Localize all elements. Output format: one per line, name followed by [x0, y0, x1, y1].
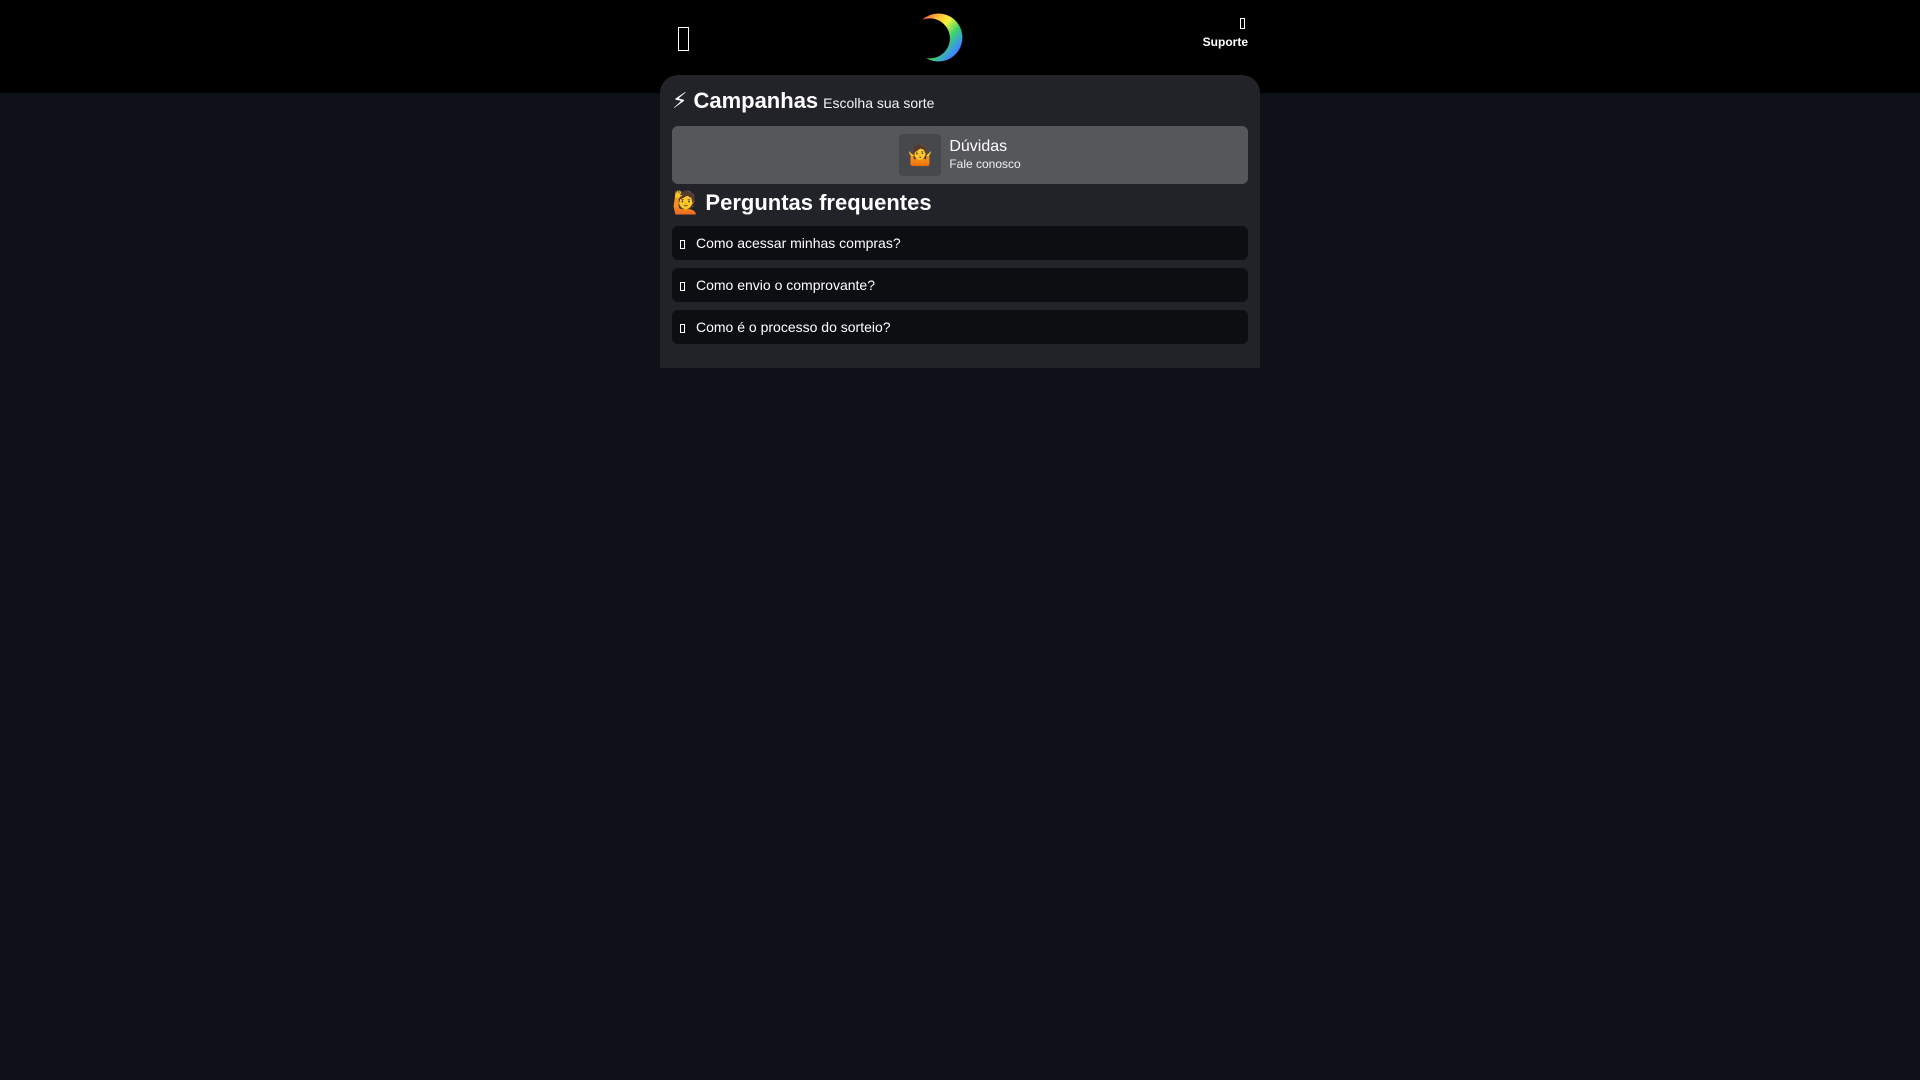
menu-button[interactable] [672, 24, 694, 54]
campaigns-subtitle: Escolha sua sorte [823, 95, 935, 111]
faq-list: Como acessar minhas compras? Como envio … [672, 226, 1248, 352]
faq-question: Como envio o comprovante? [696, 277, 875, 293]
support-label: Suporte [1202, 35, 1248, 49]
faq-title: Perguntas frequentes [705, 190, 932, 215]
faq-item[interactable]: Como é o processo do sorteio? [672, 310, 1248, 344]
faq-item[interactable]: Como acessar minhas compras? [672, 226, 1248, 260]
shrug-icon: 🤷 [899, 134, 942, 176]
contact-subtitle: Fale conosco [949, 157, 1021, 171]
rainbow-crescent-logo-icon [922, 13, 963, 62]
chevron-icon [680, 324, 685, 333]
logo[interactable] [914, 8, 970, 64]
faq-question: Como acessar minhas compras? [696, 235, 901, 251]
main-panel: ⚡ Campanhas Escolha sua sorte 🤷 Dúvidas … [660, 75, 1260, 368]
support-button[interactable]: Suporte [1178, 18, 1248, 54]
contact-title: Dúvidas [949, 138, 1008, 155]
contact-text: Dúvidas Fale conosco [949, 138, 1020, 172]
chevron-icon [680, 240, 685, 249]
faq-item[interactable]: Como envio o comprovante? [672, 268, 1248, 302]
support-icon [1240, 18, 1245, 29]
faq-question: Como é o processo do sorteio? [696, 319, 891, 335]
campaigns-heading: ⚡ Campanhas Escolha sua sorte [672, 88, 934, 114]
campaigns-title: Campanhas [693, 88, 819, 113]
contact-card[interactable]: 🤷 Dúvidas Fale conosco [672, 126, 1248, 184]
chevron-icon [680, 282, 685, 291]
menu-icon [677, 27, 689, 51]
lightning-icon: ⚡ [672, 88, 688, 113]
faq-heading: 🙋 Perguntas frequentes [672, 190, 932, 216]
raising-hand-icon: 🙋 [672, 190, 700, 215]
